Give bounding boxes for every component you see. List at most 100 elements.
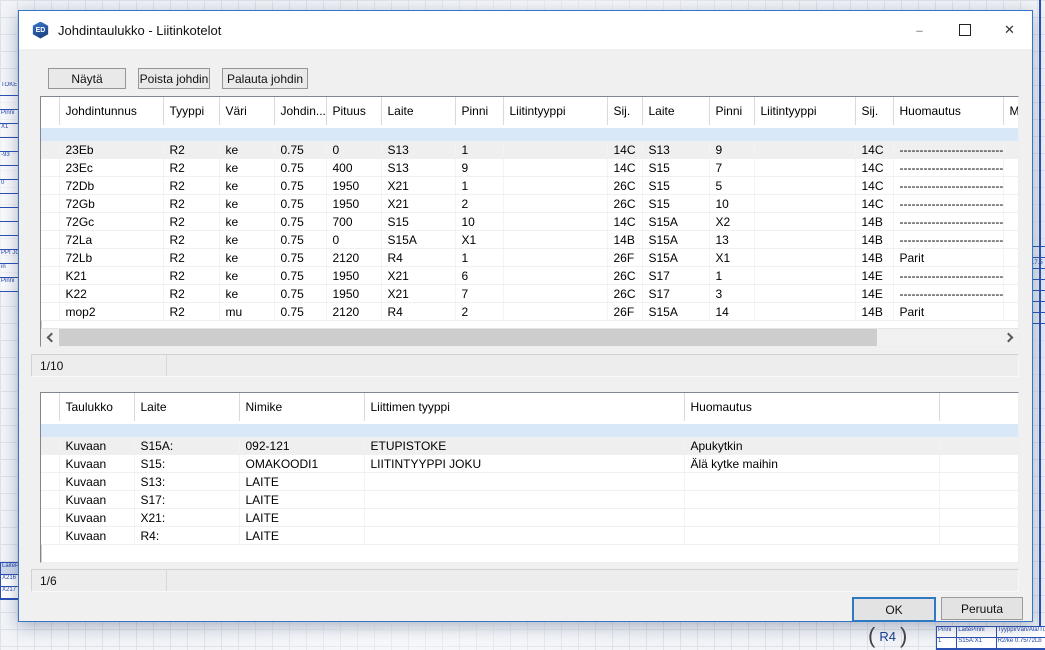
cell: 1950 xyxy=(326,177,381,195)
table-row[interactable]: 72GbR2ke0.751950X21226CS151014C---------… xyxy=(41,195,1019,213)
cell xyxy=(41,231,59,249)
cell: 26C xyxy=(607,285,642,303)
column-header[interactable]: Väri xyxy=(219,97,274,127)
remove-wire-button[interactable]: Poista johdin xyxy=(138,68,210,89)
wire-table-header-row: JohdintunnusTyyppiVäriJohdin...PituusLai… xyxy=(41,97,1019,127)
cell: Älä kytke maihin xyxy=(684,455,939,473)
cell: R4 xyxy=(381,249,455,267)
cell: X1 xyxy=(709,249,754,267)
column-header[interactable]: Laite xyxy=(134,393,239,423)
cell: S15 xyxy=(642,159,709,177)
column-header[interactable]: Johdintunnus xyxy=(59,97,163,127)
wire-table-selection-row[interactable] xyxy=(41,127,1019,142)
horizontal-scrollbar[interactable] xyxy=(41,328,1018,346)
cell xyxy=(41,455,59,473)
cell xyxy=(1003,285,1019,303)
title-bar[interactable]: ED Johdintaulukko - Liitinkotelot – ✕ xyxy=(19,11,1032,49)
table-row[interactable]: 72DbR2ke0.751950X21126CS15514C----------… xyxy=(41,177,1019,195)
cell: 14C xyxy=(855,195,893,213)
table-row[interactable]: 72LbR2ke0.752120R4126FS15AX114BParit xyxy=(41,249,1019,267)
column-header[interactable]: Liitintyyppi xyxy=(503,97,607,127)
column-header[interactable]: Huomautus xyxy=(893,97,1003,127)
column-header[interactable]: Pituus xyxy=(326,97,381,127)
cad-text-fragment: LaitePinni xyxy=(957,627,996,638)
table-row[interactable]: KuvaanR4:LAITE xyxy=(41,527,1019,545)
restore-wire-button[interactable]: Palauta johdin xyxy=(222,68,308,89)
table-row[interactable]: KuvaanS15A:092-121ETUPISTOKEApukytkin xyxy=(41,437,1019,455)
device-table-selection-row[interactable] xyxy=(41,423,1019,438)
cell xyxy=(754,177,855,195)
column-header[interactable]: Pinni xyxy=(455,97,503,127)
close-button[interactable]: ✕ xyxy=(987,11,1032,49)
cell xyxy=(364,491,684,509)
column-header[interactable]: Sij. xyxy=(607,97,642,127)
cell: 14B xyxy=(607,231,642,249)
cell: Parit xyxy=(893,249,1003,267)
column-header[interactable]: Johdin... xyxy=(274,97,326,127)
column-header[interactable] xyxy=(939,393,1019,423)
cell xyxy=(1003,213,1019,231)
cad-text-fragment xyxy=(0,236,19,250)
cell: Kuvaan xyxy=(59,491,134,509)
cell xyxy=(41,213,59,231)
table-row[interactable]: 23EcR2ke0.75400S13914CS15714C-----------… xyxy=(41,159,1019,177)
table-row[interactable]: KuvaanS13:LAITE xyxy=(41,473,1019,491)
cell: LAITE xyxy=(239,473,364,491)
cell xyxy=(684,473,939,491)
column-header[interactable]: Huomautus xyxy=(684,393,939,423)
table-row[interactable]: KuvaanS15:OMAKOODI1LIITINTYYPPI JOKUÄlä … xyxy=(41,455,1019,473)
table-row[interactable]: 72GcR2ke0.75700S151014CS15AX214B--------… xyxy=(41,213,1019,231)
ok-button[interactable]: OK xyxy=(852,597,936,622)
cell xyxy=(503,249,607,267)
column-header[interactable]: Tyyppi xyxy=(163,97,219,127)
cell: 72Gc xyxy=(59,213,163,231)
maximize-button[interactable] xyxy=(942,11,987,49)
column-header[interactable]: Laite xyxy=(381,97,455,127)
column-header[interactable] xyxy=(41,97,59,127)
table-row[interactable]: mop2R2mu0.752120R4226FS15A1414BParit xyxy=(41,303,1019,321)
cell xyxy=(684,527,939,545)
column-header[interactable]: Sij. xyxy=(855,97,893,127)
cad-text-fragment: Tyyppi/Väri/Ala/Tunnus xyxy=(997,627,1045,638)
cell: R2 xyxy=(163,303,219,321)
cell: 400 xyxy=(326,159,381,177)
cell: 0.75 xyxy=(274,249,326,267)
table-row[interactable]: K21R2ke0.751950X21626CS17114E-----------… xyxy=(41,267,1019,285)
scroll-left-button[interactable] xyxy=(41,329,58,346)
cell: Kuvaan xyxy=(59,527,134,545)
column-header[interactable]: Nimike xyxy=(239,393,364,423)
column-header[interactable]: Laite xyxy=(642,97,709,127)
cell xyxy=(754,303,855,321)
cell: Kuvaan xyxy=(59,473,134,491)
table-row[interactable]: K22R2ke0.751950X21726CS17314E-----------… xyxy=(41,285,1019,303)
column-header[interactable] xyxy=(41,393,59,423)
column-header[interactable]: Taulukko xyxy=(59,393,134,423)
table-row[interactable]: KuvaanS17:LAITE xyxy=(41,491,1019,509)
table-row[interactable]: 23EbR2ke0.750S13114CS13914C-------------… xyxy=(41,141,1019,159)
cancel-button[interactable]: Peruuta xyxy=(941,597,1023,620)
cell xyxy=(754,285,855,303)
cell: S15: xyxy=(134,455,239,473)
cell: ---------------------------- xyxy=(893,231,1003,249)
table-row[interactable]: KuvaanX21:LAITE xyxy=(41,509,1019,527)
cell: ke xyxy=(219,249,274,267)
paren-left: ( xyxy=(868,624,875,648)
cell: ETUPISTOKE xyxy=(364,437,684,455)
scroll-right-button[interactable] xyxy=(1001,329,1018,346)
cell: 2120 xyxy=(326,303,381,321)
cell: X21: xyxy=(134,509,239,527)
column-header[interactable]: Ma xyxy=(1003,97,1019,127)
show-button[interactable]: Näytä xyxy=(48,68,126,89)
table-row[interactable]: 72LaR2ke0.750S15AX114BS15A1314B---------… xyxy=(41,231,1019,249)
column-header[interactable]: Liittimen tyyppi xyxy=(364,393,684,423)
column-header[interactable]: Liitintyyppi xyxy=(754,97,855,127)
minimize-button[interactable]: – xyxy=(897,11,942,49)
column-header[interactable]: Pinni xyxy=(709,97,754,127)
cad-text-fragment: TOKE xyxy=(0,82,19,96)
cell: 1 xyxy=(455,141,503,159)
cell: S15A xyxy=(642,213,709,231)
cell xyxy=(754,141,855,159)
scrollbar-thumb[interactable] xyxy=(59,329,877,346)
cell: 0.75 xyxy=(274,213,326,231)
cell: 10 xyxy=(709,195,754,213)
